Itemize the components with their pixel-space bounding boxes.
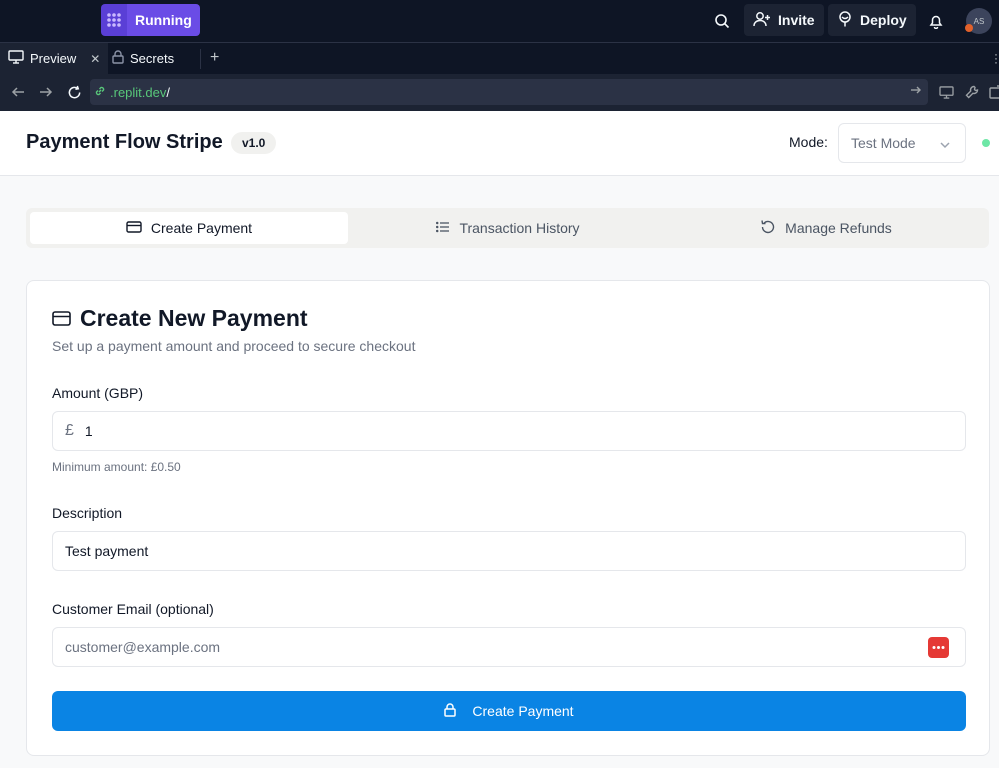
external-link-icon[interactable]	[988, 84, 999, 100]
payment-tabs: Create Payment Transaction History Manag…	[26, 208, 989, 248]
user-plus-icon	[753, 11, 771, 30]
run-button[interactable]: Running	[101, 4, 200, 36]
tab-create-payment-label: Create Payment	[150, 220, 253, 236]
amount-label: Amount (GBP)	[52, 385, 144, 401]
monitor-icon	[8, 50, 24, 67]
replit-topbar: Running Invite Deploy AS	[0, 0, 999, 42]
card-subtitle: Set up a payment amount and proceed to s…	[52, 338, 416, 354]
deploy-icon	[837, 10, 853, 30]
email-label: Customer Email (optional)	[52, 601, 214, 617]
avatar-notification-dot	[965, 24, 973, 32]
tab-transaction-history[interactable]: Transaction History	[349, 212, 667, 244]
search-icon[interactable]	[712, 11, 732, 31]
chevron-down-icon	[939, 138, 951, 154]
credit-card-icon	[52, 305, 71, 332]
description-label: Description	[52, 505, 123, 521]
email-input[interactable]: customer@example.com	[52, 627, 966, 667]
arrow-right-icon[interactable]	[38, 84, 54, 100]
url-host: .replit.dev	[110, 84, 167, 100]
create-payment-button[interactable]: Create Payment	[52, 691, 966, 731]
invite-label: Invite	[778, 12, 815, 28]
workspace-tabstrip: Preview ✕ Secrets + · · ·	[0, 42, 999, 74]
deploy-label: Deploy	[860, 12, 907, 28]
tab-manage-refunds-label: Manage Refunds	[785, 220, 892, 236]
status-indicator	[982, 139, 990, 147]
description-input[interactable]: Test payment	[52, 531, 966, 571]
plus-icon[interactable]: +	[210, 49, 219, 67]
invite-button[interactable]: Invite	[744, 4, 824, 36]
list-icon	[436, 220, 450, 236]
rotate-ccw-icon	[760, 219, 776, 238]
tab-transaction-history-label: Transaction History	[459, 220, 580, 236]
create-payment-button-label: Create Payment	[472, 703, 574, 719]
avatar-initials: AS	[973, 16, 985, 26]
tab-create-payment[interactable]: Create Payment	[30, 212, 348, 244]
tab-secrets[interactable]: Secrets	[104, 43, 182, 74]
amount-input[interactable]: £ 1	[52, 411, 966, 451]
mode-select-value: Test Mode	[851, 135, 916, 151]
refresh-icon[interactable]	[66, 84, 82, 100]
lock-icon	[444, 702, 457, 720]
amount-hint: Minimum amount: £0.50	[52, 460, 181, 474]
preview-urlbar: .replit.dev /	[0, 74, 999, 111]
wrench-icon[interactable]	[964, 84, 980, 100]
page-title: Payment Flow Stripe	[26, 131, 223, 153]
more-options-icon[interactable]: · · ·	[994, 48, 998, 68]
url-input[interactable]: .replit.dev /	[90, 79, 928, 105]
url-path: /	[166, 84, 170, 100]
card-title-text: Create New Payment	[80, 305, 308, 331]
currency-symbol: £	[65, 422, 74, 439]
description-value: Test payment	[65, 543, 149, 559]
tab-secrets-label: Secrets	[130, 51, 175, 66]
credit-card-icon	[126, 220, 142, 236]
mode-label: Mode:	[789, 134, 828, 150]
deploy-button[interactable]: Deploy	[828, 4, 916, 36]
tab-preview[interactable]: Preview ✕	[0, 43, 109, 74]
app-header: Payment Flow Stripe v1.0 Mode: Test Mode	[0, 111, 999, 176]
arrow-left-icon[interactable]	[10, 84, 26, 100]
close-icon[interactable]: ✕	[90, 52, 100, 66]
create-payment-card: Create New Payment Set up a payment amou…	[26, 280, 990, 756]
running-icon	[101, 4, 127, 36]
lock-icon	[112, 50, 124, 67]
password-manager-icon[interactable]	[928, 637, 949, 658]
desktop-icon[interactable]	[938, 84, 954, 100]
amount-value: 1	[84, 423, 93, 439]
tab-manage-refunds[interactable]: Manage Refunds	[667, 212, 985, 244]
bell-icon[interactable]	[926, 11, 946, 31]
go-arrow-icon[interactable]	[910, 84, 922, 99]
version-badge: v1.0	[231, 132, 277, 154]
card-title: Create New Payment	[52, 305, 308, 332]
run-label: Running	[127, 4, 200, 36]
tab-preview-label: Preview	[30, 51, 77, 66]
tab-divider	[200, 49, 201, 69]
email-placeholder: customer@example.com	[65, 639, 221, 655]
mode-select[interactable]: Test Mode	[838, 123, 966, 163]
link-icon	[94, 85, 106, 100]
